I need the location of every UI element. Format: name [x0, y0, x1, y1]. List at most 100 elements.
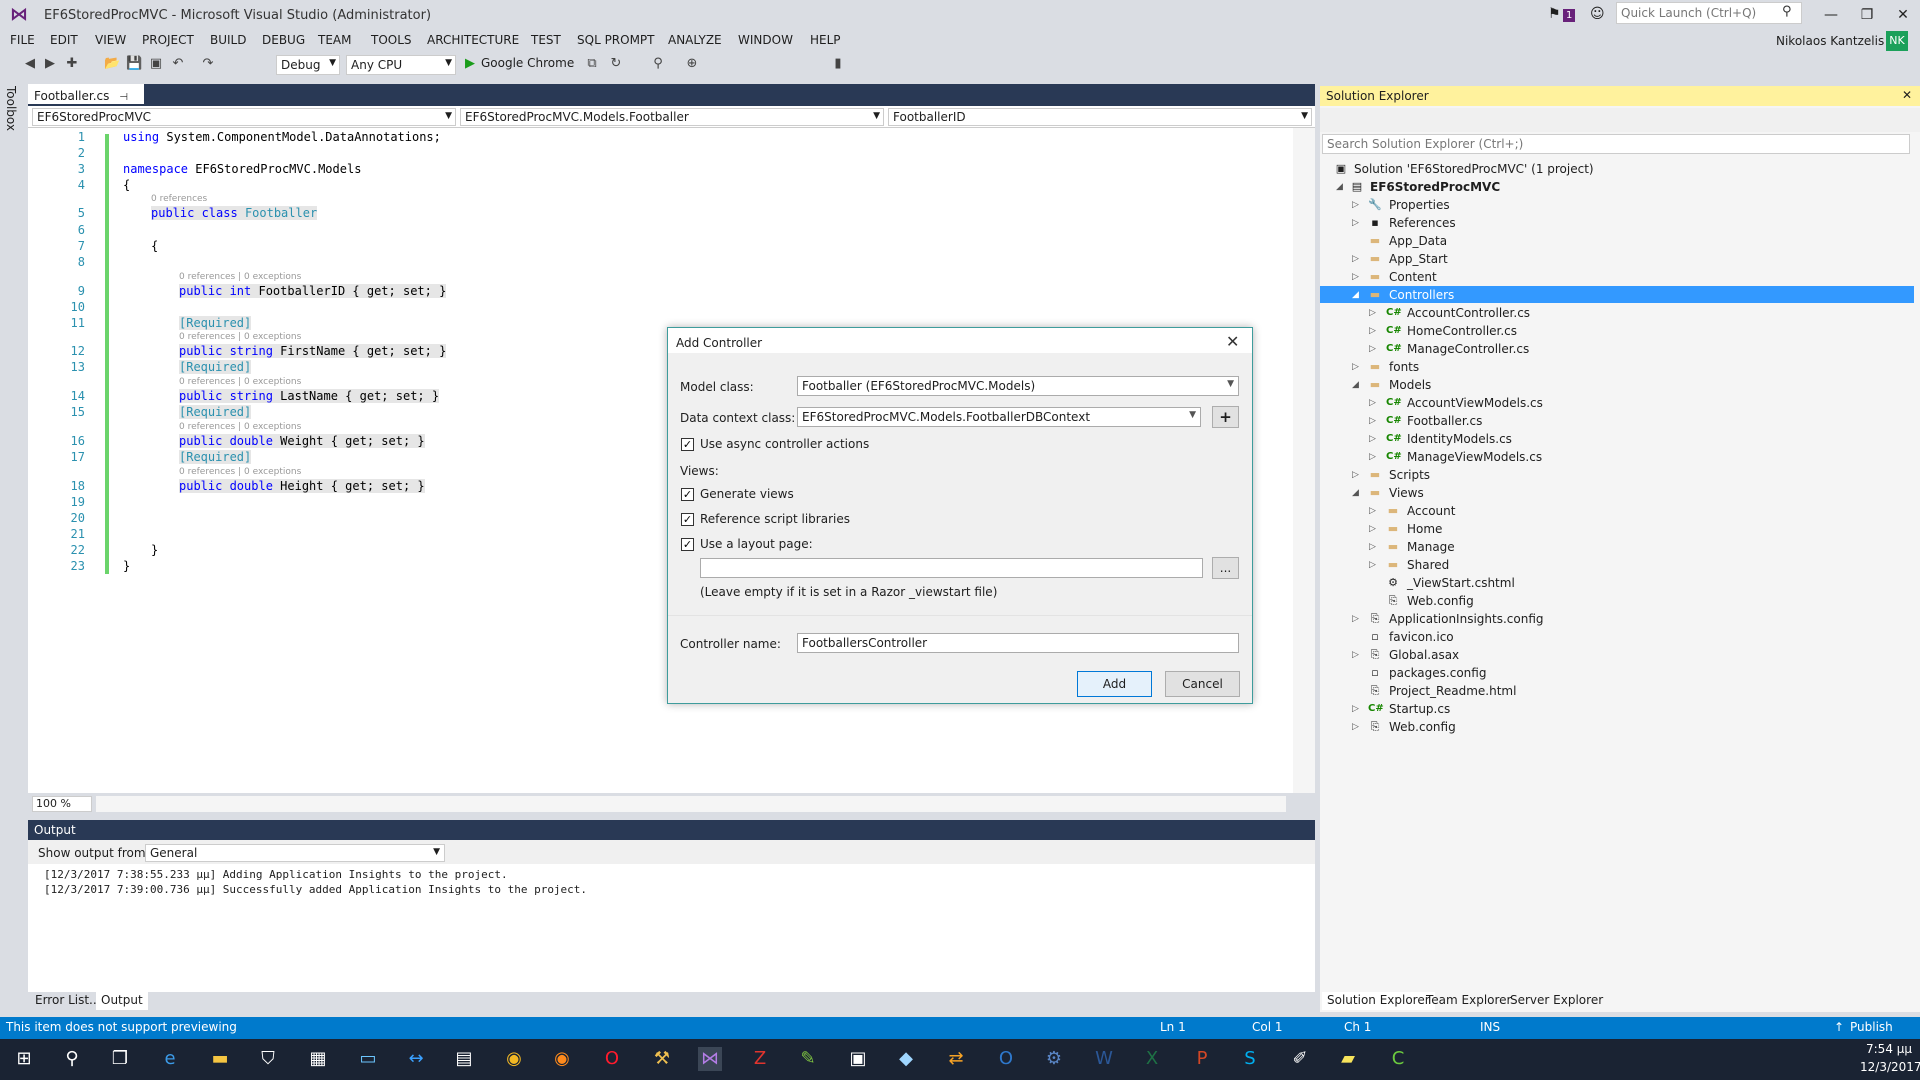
- clock-date[interactable]: 12/3/2017: [1860, 1060, 1920, 1074]
- expand-icon[interactable]: ▷: [1369, 524, 1376, 534]
- tab-output[interactable]: Output: [96, 992, 148, 1010]
- feedback-icon[interactable]: ☺: [1590, 6, 1605, 22]
- expand-icon[interactable]: ▷: [1369, 542, 1376, 552]
- clock-time[interactable]: 7:54 μμ: [1866, 1042, 1912, 1056]
- menu-tools[interactable]: TOOLS: [371, 33, 412, 47]
- expand-icon[interactable]: ▷: [1352, 704, 1359, 714]
- outlook-icon[interactable]: O: [994, 1047, 1018, 1071]
- chrome-icon[interactable]: ◉: [502, 1047, 526, 1071]
- tree-item-app-insights-config[interactable]: ApplicationInsights.config: [1389, 612, 1544, 626]
- expand-icon[interactable]: ▷: [1369, 506, 1376, 516]
- word-icon[interactable]: W: [1092, 1047, 1116, 1071]
- expand-icon[interactable]: ▷: [1352, 218, 1359, 228]
- tree-item-project-readme[interactable]: Project_Readme.html: [1389, 684, 1516, 698]
- save-all-icon[interactable]: ▣: [148, 56, 164, 71]
- code-lens[interactable]: 0 references | 0 exceptions: [179, 377, 301, 387]
- tab-team-explorer[interactable]: Team Explorer: [1421, 992, 1517, 1010]
- expand-icon[interactable]: ▷: [1352, 200, 1359, 210]
- layout-page-input[interactable]: [700, 558, 1203, 578]
- minimize-button[interactable]: —: [1816, 4, 1846, 26]
- expand-icon[interactable]: ▷: [1369, 416, 1376, 426]
- task-view-icon[interactable]: ❐: [108, 1047, 132, 1071]
- tree-item-views[interactable]: Views: [1389, 486, 1424, 500]
- expand-icon[interactable]: ▷: [1352, 722, 1359, 732]
- tab-server-explorer[interactable]: Server Explorer: [1505, 992, 1608, 1010]
- tree-item-manage[interactable]: Manage: [1407, 540, 1455, 554]
- tree-item-footballer[interactable]: Footballer.cs: [1407, 414, 1482, 428]
- tree-item-shared[interactable]: Shared: [1407, 558, 1449, 572]
- expand-icon[interactable]: ▷: [1369, 398, 1376, 408]
- expand-icon[interactable]: ▷: [1352, 362, 1359, 372]
- tree-item-content[interactable]: Content: [1389, 270, 1437, 284]
- close-window-button[interactable]: ✕: [1888, 4, 1918, 26]
- app-icon[interactable]: ◆: [894, 1047, 918, 1071]
- code-lens[interactable]: 0 references | 0 exceptions: [179, 272, 301, 282]
- use-layout-checkbox[interactable]: ✓: [681, 538, 694, 551]
- collapse-icon[interactable]: ◢: [1352, 488, 1359, 498]
- start-debug-icon[interactable]: ▶: [462, 56, 478, 71]
- tab-solution-explorer[interactable]: Solution Explorer: [1322, 992, 1435, 1010]
- tree-item-properties[interactable]: Properties: [1389, 198, 1450, 212]
- filezilla-icon[interactable]: Z: [748, 1047, 772, 1071]
- tree-item-global-asax[interactable]: Global.asax: [1389, 648, 1459, 662]
- menu-edit[interactable]: EDIT: [50, 33, 78, 47]
- async-actions-checkbox[interactable]: ✓: [681, 438, 694, 451]
- code-lens[interactable]: 0 references: [151, 194, 207, 204]
- paint-icon[interactable]: ✐: [1288, 1047, 1312, 1071]
- pin-icon[interactable]: ⊣: [119, 92, 128, 103]
- tree-item-account[interactable]: Account: [1407, 504, 1455, 518]
- tree-item-project[interactable]: EF6StoredProcMVC: [1370, 180, 1500, 194]
- camtasia-icon[interactable]: C: [1386, 1047, 1410, 1071]
- tree-item-identity-models[interactable]: IdentityModels.cs: [1407, 432, 1512, 446]
- editor-vertical-scrollbar[interactable]: [1293, 128, 1315, 793]
- class-nav-select[interactable]: EF6StoredProcMVC.Models.Footballer ▼: [460, 108, 884, 126]
- menu-build[interactable]: BUILD: [210, 33, 246, 47]
- platform-select[interactable]: Any CPU ▼: [346, 55, 456, 75]
- data-context-select[interactable]: EF6StoredProcMVC.Models.FootballerDBCont…: [797, 407, 1201, 427]
- tree-item-home[interactable]: Home: [1407, 522, 1442, 536]
- menu-team[interactable]: TEAM: [318, 33, 351, 47]
- expand-icon[interactable]: ▷: [1369, 560, 1376, 570]
- dialog-close-icon[interactable]: ✕: [1226, 332, 1239, 351]
- expand-icon[interactable]: ▷: [1369, 344, 1376, 354]
- tree-item-app-start[interactable]: App_Start: [1389, 252, 1448, 266]
- browse-layout-button[interactable]: ...: [1212, 557, 1239, 579]
- code-lens[interactable]: 0 references | 0 exceptions: [179, 467, 301, 477]
- tree-item-startup[interactable]: Startup.cs: [1389, 702, 1450, 716]
- project-nav-select[interactable]: EF6StoredProcMVC ▼: [32, 108, 456, 126]
- new-project-icon[interactable]: ✚: [64, 56, 80, 71]
- teamviewer-icon[interactable]: ↔: [404, 1047, 428, 1071]
- redo-icon[interactable]: ↷: [200, 56, 216, 71]
- opera-icon[interactable]: O: [600, 1047, 624, 1071]
- visual-studio-taskbar-icon[interactable]: ⋈: [698, 1047, 722, 1071]
- expand-icon[interactable]: ▷: [1352, 272, 1359, 282]
- skype-icon[interactable]: S: [1238, 1047, 1262, 1071]
- calculator-icon[interactable]: ▦: [306, 1047, 330, 1071]
- app-icon[interactable]: ▣: [846, 1047, 870, 1071]
- forward-icon[interactable]: ▶: [42, 56, 58, 71]
- tree-item-manage-controller[interactable]: ManageController.cs: [1407, 342, 1529, 356]
- tree-item-web-config[interactable]: Web.config: [1389, 720, 1456, 734]
- windows-start-icon[interactable]: ⊞: [12, 1047, 36, 1071]
- undo-icon[interactable]: ↶: [170, 56, 186, 71]
- controller-name-input[interactable]: FootballersController: [797, 633, 1239, 653]
- tree-item-packages-config[interactable]: packages.config: [1389, 666, 1486, 680]
- file-explorer-icon[interactable]: ▬: [208, 1047, 232, 1071]
- member-nav-select[interactable]: FootballerID ▼: [888, 108, 1312, 126]
- edge-icon[interactable]: e: [158, 1047, 182, 1071]
- remote-desktop-icon[interactable]: ▭: [356, 1047, 380, 1071]
- menu-test[interactable]: TEST: [531, 33, 561, 47]
- browser-link-icon[interactable]: ⧉: [584, 56, 600, 71]
- collapse-icon[interactable]: ◢: [1336, 182, 1343, 192]
- tab-error-list[interactable]: Error List...: [30, 992, 105, 1010]
- cancel-button[interactable]: Cancel: [1165, 671, 1240, 697]
- close-icon[interactable]: ✕: [1902, 88, 1912, 102]
- powerpoint-icon[interactable]: P: [1190, 1047, 1214, 1071]
- menu-debug[interactable]: DEBUG: [262, 33, 305, 47]
- tree-item-manage-view-models[interactable]: ManageViewModels.cs: [1407, 450, 1542, 464]
- toolbox-tab[interactable]: Toolbox: [4, 86, 18, 131]
- expand-icon[interactable]: ▷: [1369, 308, 1376, 318]
- generate-views-checkbox[interactable]: ✓: [681, 488, 694, 501]
- tree-item-app-data[interactable]: App_Data: [1389, 234, 1447, 248]
- store-icon[interactable]: ⛉: [256, 1047, 280, 1071]
